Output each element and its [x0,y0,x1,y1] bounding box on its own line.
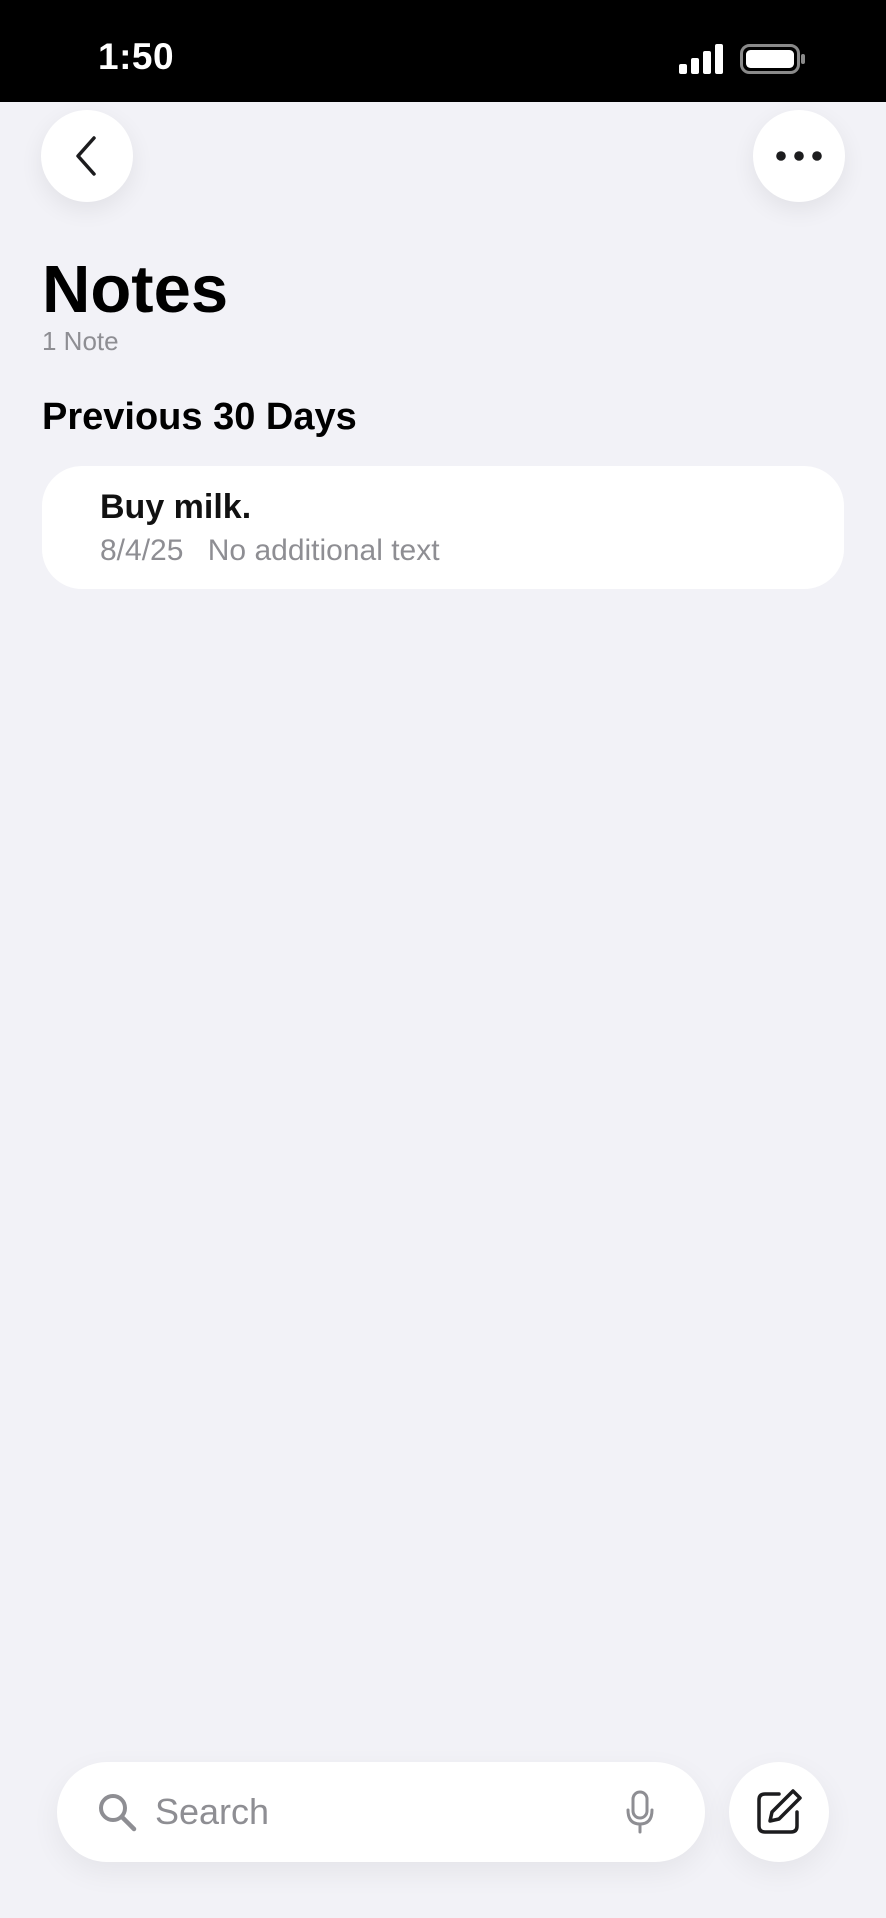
note-preview: No additional text [207,534,440,567]
microphone-icon[interactable] [625,1790,655,1834]
status-bar: 1:50 [0,0,886,102]
chevron-left-icon [76,136,96,176]
search-input[interactable] [155,1782,575,1842]
magnifying-glass-icon [99,1794,137,1832]
more-options-button[interactable] [753,110,845,202]
compose-button[interactable] [729,1762,829,1862]
compose-icon [757,1789,802,1834]
note-date: 8/4/25 [100,534,184,567]
status-time: 1:50 [98,36,175,77]
search-bar[interactable] [57,1762,705,1862]
page-title: Notes [42,252,229,327]
note-title: Buy milk. [100,488,252,526]
note-count: 1 Note [42,326,119,356]
ellipsis-icon [776,151,822,161]
list-item[interactable]: Buy milk. 8/4/25 No additional text [42,466,844,589]
back-button[interactable] [41,110,133,202]
battery-icon [740,44,805,74]
note-meta: 8/4/25 No additional text [100,534,440,568]
cellular-signal-icon [679,44,723,74]
section-header: Previous 30 Days [42,396,357,438]
